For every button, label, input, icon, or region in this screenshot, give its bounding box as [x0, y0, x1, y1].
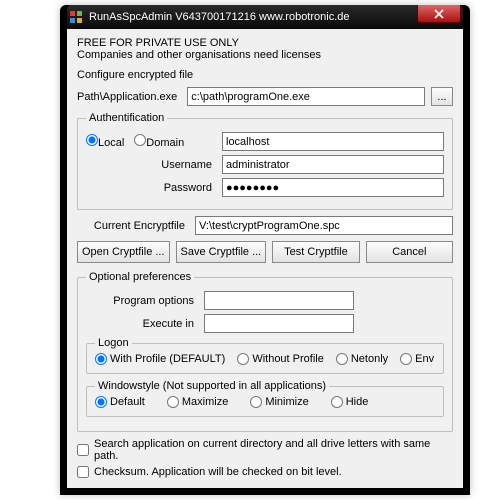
test-cryptfile-button[interactable]: Test Cryptfile	[272, 241, 359, 263]
browse-button[interactable]: ...	[431, 87, 453, 106]
domain-input[interactable]	[222, 132, 444, 151]
logon-withprofile-label[interactable]: With Profile (DEFAULT)	[95, 353, 225, 365]
path-input[interactable]	[187, 87, 425, 106]
logon-env-radio[interactable]	[400, 353, 412, 365]
logon-withoutprofile-radio[interactable]	[237, 353, 249, 365]
winstyle-legend: Windowstyle (Not supported in all applic…	[95, 380, 329, 392]
logon-env-label[interactable]: Env	[400, 353, 434, 365]
auth-group: Authentification Local Domain Username P…	[77, 112, 453, 210]
open-cryptfile-button[interactable]: Open Cryptfile ...	[77, 241, 170, 263]
checksum-label: Checksum. Application will be checked on…	[94, 466, 342, 478]
password-input[interactable]	[222, 178, 444, 197]
domain-radio-label[interactable]: Domain	[134, 134, 184, 149]
username-label: Username	[86, 159, 216, 171]
winstyle-hide-label[interactable]: Hide	[331, 396, 369, 408]
titlebar[interactable]: RunAsSpcAdmin V643700171216 www.robotron…	[67, 5, 463, 29]
logon-withoutprofile-label[interactable]: Without Profile	[237, 353, 324, 365]
local-radio[interactable]	[86, 134, 98, 146]
logon-netonly-radio[interactable]	[336, 353, 348, 365]
app-icon	[69, 10, 83, 24]
winstyle-default-radio[interactable]	[95, 396, 107, 408]
domain-radio[interactable]	[134, 134, 146, 146]
license-header: FREE FOR PRIVATE USE ONLY	[77, 37, 453, 49]
configure-label: Configure encrypted file	[77, 69, 453, 81]
search-checkbox[interactable]	[77, 444, 89, 456]
cryptfile-input[interactable]	[195, 216, 453, 235]
logon-legend: Logon	[95, 337, 132, 349]
license-notice: FREE FOR PRIVATE USE ONLY Companies and …	[77, 37, 453, 61]
program-options-input[interactable]	[204, 291, 354, 310]
checksum-checkbox[interactable]	[77, 466, 89, 478]
execute-in-label: Execute in	[86, 318, 198, 330]
pref-group: Optional preferences Program options Exe…	[77, 271, 453, 432]
app-window: RunAsSpcAdmin V643700171216 www.robotron…	[60, 5, 470, 495]
winstyle-group: Windowstyle (Not supported in all applic…	[86, 380, 444, 417]
username-input[interactable]	[222, 155, 444, 174]
license-sub: Companies and other organisations need l…	[77, 49, 453, 61]
search-label: Search application on current directory …	[94, 438, 453, 462]
winstyle-maximize-radio[interactable]	[167, 396, 179, 408]
cancel-button[interactable]: Cancel	[366, 241, 453, 263]
pref-legend: Optional preferences	[86, 271, 194, 283]
client-area: FREE FOR PRIVATE USE ONLY Companies and …	[67, 29, 463, 488]
close-button[interactable]	[417, 5, 461, 23]
cryptfile-label: Current Encryptfile	[77, 220, 189, 232]
winstyle-hide-radio[interactable]	[331, 396, 343, 408]
winstyle-default-label[interactable]: Default	[95, 396, 145, 408]
program-options-label: Program options	[86, 295, 198, 307]
logon-netonly-label[interactable]: Netonly	[336, 353, 388, 365]
local-radio-label[interactable]: Local	[86, 134, 124, 149]
logon-withprofile-radio[interactable]	[95, 353, 107, 365]
path-label: Path\Application.exe	[77, 91, 181, 103]
logon-group: Logon With Profile (DEFAULT) Without Pro…	[86, 337, 444, 374]
window-title: RunAsSpcAdmin V643700171216 www.robotron…	[89, 11, 350, 23]
save-cryptfile-button[interactable]: Save Cryptfile ...	[176, 241, 267, 263]
execute-in-input[interactable]	[204, 314, 354, 333]
password-label: Password	[86, 182, 216, 194]
winstyle-minimize-label[interactable]: Minimize	[250, 396, 308, 408]
winstyle-maximize-label[interactable]: Maximize	[167, 396, 228, 408]
auth-legend: Authentification	[86, 112, 167, 124]
winstyle-minimize-radio[interactable]	[250, 396, 262, 408]
